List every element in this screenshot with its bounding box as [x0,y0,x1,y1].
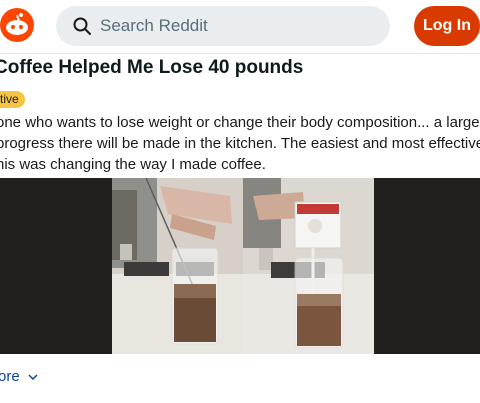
coffee-stirring-image [112,178,243,354]
milk-pouring-image [243,178,374,354]
post-title[interactable]: Coffee Helped Me Lose 40 pounds [0,57,303,79]
top-navigation-bar: Search Reddit Log In [0,0,480,54]
reddit-logo-icon[interactable] [0,8,34,42]
search-icon [73,17,91,35]
chevron-down-icon [28,373,38,380]
read-more-link[interactable]: ore [0,368,38,385]
post-body-line: progress there will be made in the kitch… [0,135,480,152]
post-body-line: one who wants to lose weight or change t… [0,114,480,131]
post-body-line: his was changing the way I made coffee. [0,156,266,173]
post-flair[interactable]: tive [0,91,25,108]
post-media-gallery[interactable] [0,178,480,354]
search-placeholder: Search Reddit [100,16,208,35]
login-button[interactable]: Log In [414,6,480,46]
search-input[interactable]: Search Reddit [56,6,390,46]
read-more-label: ore [0,368,20,385]
post-body: one who wants to lose weight or change t… [0,112,480,175]
